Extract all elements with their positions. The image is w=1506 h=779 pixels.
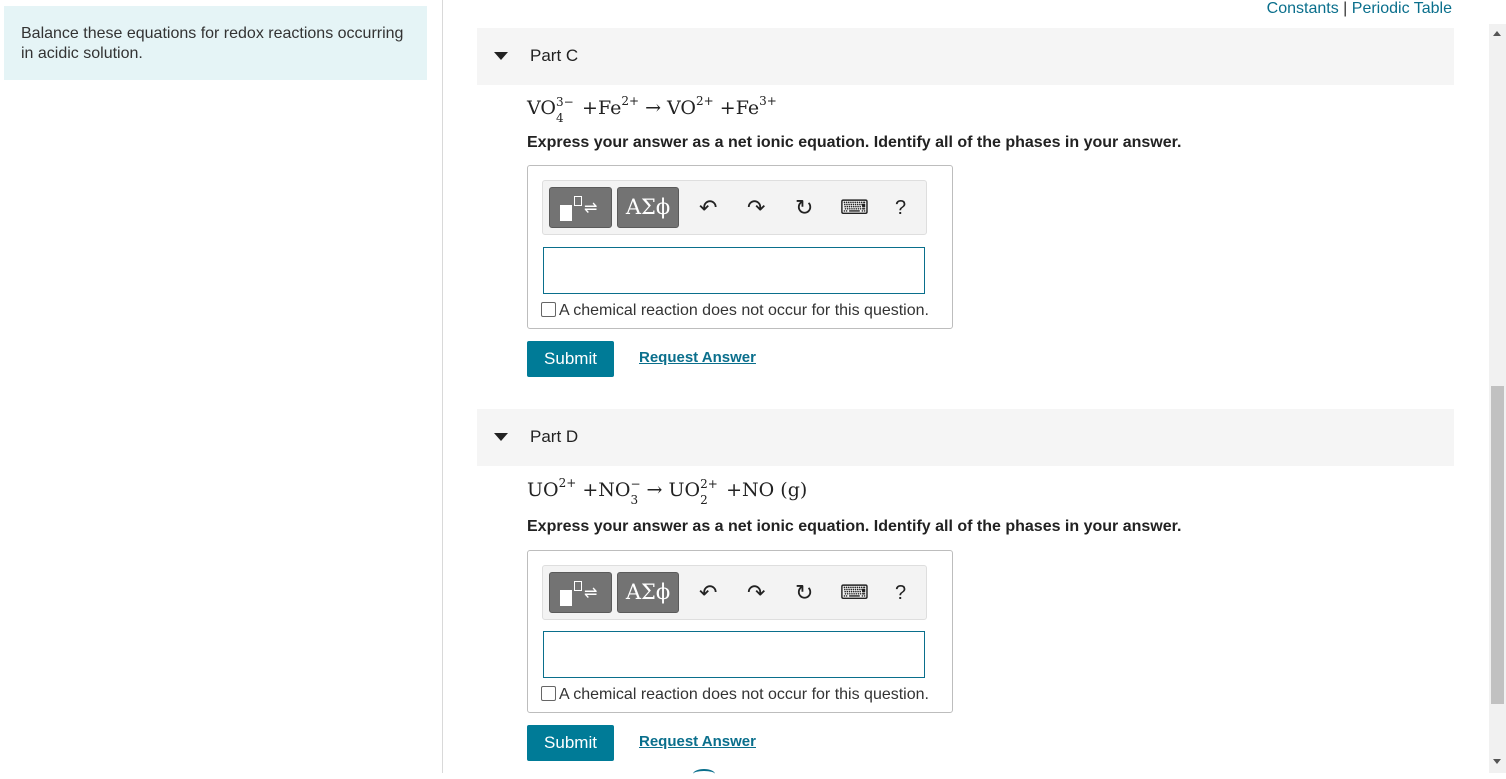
- part-c-no-reaction-label: A chemical reaction does not occur for t…: [559, 302, 929, 319]
- part-d-answer-input[interactable]: [543, 631, 925, 678]
- templates-button[interactable]: ⇌: [549, 187, 612, 228]
- part-d-no-reaction-label: A chemical reaction does not occur for t…: [559, 686, 929, 703]
- part-c-request-answer-link[interactable]: Request Answer: [639, 349, 756, 366]
- part-c-submit-button[interactable]: Submit: [527, 341, 614, 377]
- greek-symbols-button[interactable]: ΑΣϕ: [617, 187, 679, 228]
- scroll-down-icon[interactable]: [1493, 759, 1501, 764]
- part-d-header[interactable]: Part D: [477, 409, 1454, 466]
- part-c-equation: VO 3− 4 +Fe2+ → VO2+ +Fe3+: [527, 94, 777, 125]
- equilibrium-arrows-icon: ⇌: [584, 200, 598, 217]
- constants-link[interactable]: Constants: [1267, 0, 1339, 17]
- template-box-icon: [560, 590, 572, 606]
- scroll-up-icon[interactable]: [1493, 31, 1501, 36]
- intro-panel: Balance these equations for redox reacti…: [4, 6, 427, 80]
- redo-icon[interactable]: ↷: [747, 580, 765, 606]
- scrollbar-thumb[interactable]: [1491, 386, 1504, 704]
- part-c-answer-input[interactable]: [543, 247, 925, 294]
- top-links: Constants | Periodic Table: [1267, 0, 1452, 18]
- templates-button[interactable]: ⇌: [549, 572, 612, 613]
- greek-symbols-button[interactable]: ΑΣϕ: [617, 572, 679, 613]
- part-c-instruction: Express your answer as a net ionic equat…: [527, 134, 1182, 151]
- reset-icon[interactable]: ↻: [795, 580, 813, 606]
- part-c-title: Part C: [530, 46, 579, 65]
- part-d-toolbar: ⇌ ΑΣϕ ↶ ↷ ↻ ⌨ ?: [542, 565, 927, 620]
- keyboard-icon[interactable]: ⌨: [840, 580, 869, 606]
- part-c-answer-box: ⇌ ΑΣϕ ↶ ↷ ↻ ⌨ ? A chemical reaction does…: [527, 165, 953, 329]
- help-button[interactable]: ?: [895, 580, 906, 606]
- part-c-no-reaction-option[interactable]: A chemical reaction does not occur for t…: [541, 302, 929, 320]
- part-c-toolbar: ⇌ ΑΣϕ ↶ ↷ ↻ ⌨ ?: [542, 180, 927, 235]
- part-d-no-reaction-option[interactable]: A chemical reaction does not occur for t…: [541, 686, 929, 704]
- part-d-request-answer-link[interactable]: Request Answer: [639, 733, 756, 750]
- intro-text: Balance these equations for redox reacti…: [21, 25, 404, 62]
- link-separator: |: [1343, 0, 1348, 17]
- part-c-header[interactable]: Part C: [477, 28, 1454, 85]
- partial-element-peek: [693, 769, 715, 779]
- part-c-no-reaction-checkbox[interactable]: [541, 302, 556, 317]
- template-box-icon: [560, 205, 572, 221]
- left-pane: Balance these equations for redox reacti…: [0, 0, 443, 773]
- undo-icon[interactable]: ↶: [699, 195, 717, 221]
- caret-down-icon[interactable]: [494, 433, 508, 441]
- periodic-table-link[interactable]: Periodic Table: [1352, 0, 1452, 17]
- template-superscript-icon: [574, 196, 582, 206]
- part-d-answer-box: ⇌ ΑΣϕ ↶ ↷ ↻ ⌨ ? A chemical reaction does…: [527, 550, 953, 713]
- part-d-equation: UO2+ +NO −3 → UO 2+ 2 +NO (g): [527, 476, 808, 507]
- part-d-submit-button[interactable]: Submit: [527, 725, 614, 761]
- keyboard-icon[interactable]: ⌨: [840, 195, 869, 221]
- undo-icon[interactable]: ↶: [699, 580, 717, 606]
- caret-down-icon[interactable]: [494, 52, 508, 60]
- vertical-scrollbar[interactable]: [1489, 24, 1506, 773]
- part-d-no-reaction-checkbox[interactable]: [541, 686, 556, 701]
- equilibrium-arrows-icon: ⇌: [584, 585, 598, 602]
- redo-icon[interactable]: ↷: [747, 195, 765, 221]
- part-d-title: Part D: [530, 427, 579, 446]
- part-d-instruction: Express your answer as a net ionic equat…: [527, 518, 1182, 535]
- template-superscript-icon: [574, 581, 582, 591]
- reset-icon[interactable]: ↻: [795, 195, 813, 221]
- help-button[interactable]: ?: [895, 195, 906, 221]
